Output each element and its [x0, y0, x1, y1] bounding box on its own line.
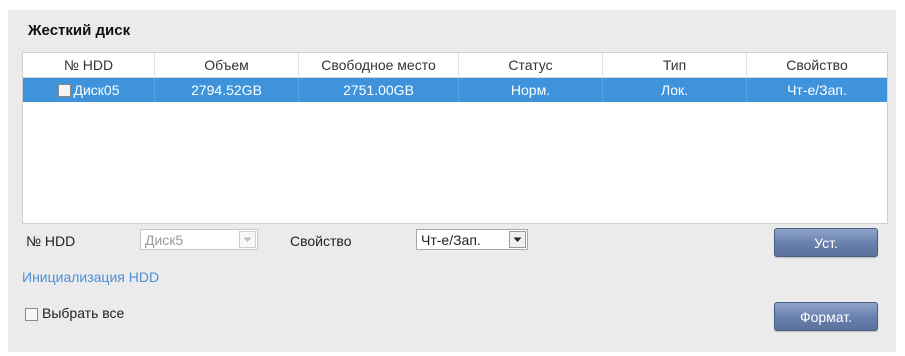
- initialize-hdd-link[interactable]: Инициализация HDD: [22, 269, 159, 285]
- panel-title: Жесткий диск: [28, 22, 131, 39]
- property-select[interactable]: Чт-е/Зап.: [416, 229, 528, 250]
- format-button[interactable]: Формат.: [774, 302, 878, 331]
- property-value: Чт-е/Зап.: [421, 231, 481, 248]
- table-header: № HDD Объем Свободное место Статус Тип С…: [23, 53, 887, 78]
- cell-hdd-text: Диск05: [73, 82, 120, 98]
- hdd-number-value: Диск5: [145, 231, 184, 248]
- cell-free-space: 2751.00GB: [299, 78, 459, 102]
- column-header-capacity[interactable]: Объем: [155, 53, 299, 77]
- column-header-type[interactable]: Тип: [603, 53, 747, 77]
- column-header-hdd[interactable]: № HDD: [23, 53, 155, 77]
- hdd-table: № HDD Объем Свободное место Статус Тип С…: [22, 52, 888, 224]
- cell-capacity: 2794.52GB: [155, 78, 299, 102]
- set-button[interactable]: Уст.: [774, 228, 878, 257]
- cell-type: Лок.: [603, 78, 747, 102]
- hdd-number-select[interactable]: Диск5: [140, 229, 258, 250]
- chevron-down-icon[interactable]: [239, 231, 256, 248]
- hdd-number-label: № HDD: [26, 233, 76, 249]
- property-label: Свойство: [290, 233, 352, 249]
- table-row[interactable]: Диск05 2794.52GB 2751.00GB Норм. Лок. Чт…: [23, 78, 887, 102]
- column-header-free-space[interactable]: Свободное место: [299, 53, 459, 77]
- column-header-property[interactable]: Свойство: [747, 53, 887, 77]
- hdd-panel: Жесткий диск № HDD Объем Свободное место…: [8, 10, 896, 352]
- select-all-label[interactable]: Выбрать все: [42, 305, 124, 321]
- row-checkbox[interactable]: [57, 83, 71, 97]
- chevron-down-icon[interactable]: [509, 231, 526, 248]
- cell-property: Чт-е/Зап.: [787, 82, 847, 98]
- cell-status: Норм.: [459, 78, 603, 102]
- column-header-status[interactable]: Статус: [459, 53, 603, 77]
- select-all-checkbox[interactable]: [25, 308, 38, 321]
- cell-hdd: Диск05: [23, 78, 155, 102]
